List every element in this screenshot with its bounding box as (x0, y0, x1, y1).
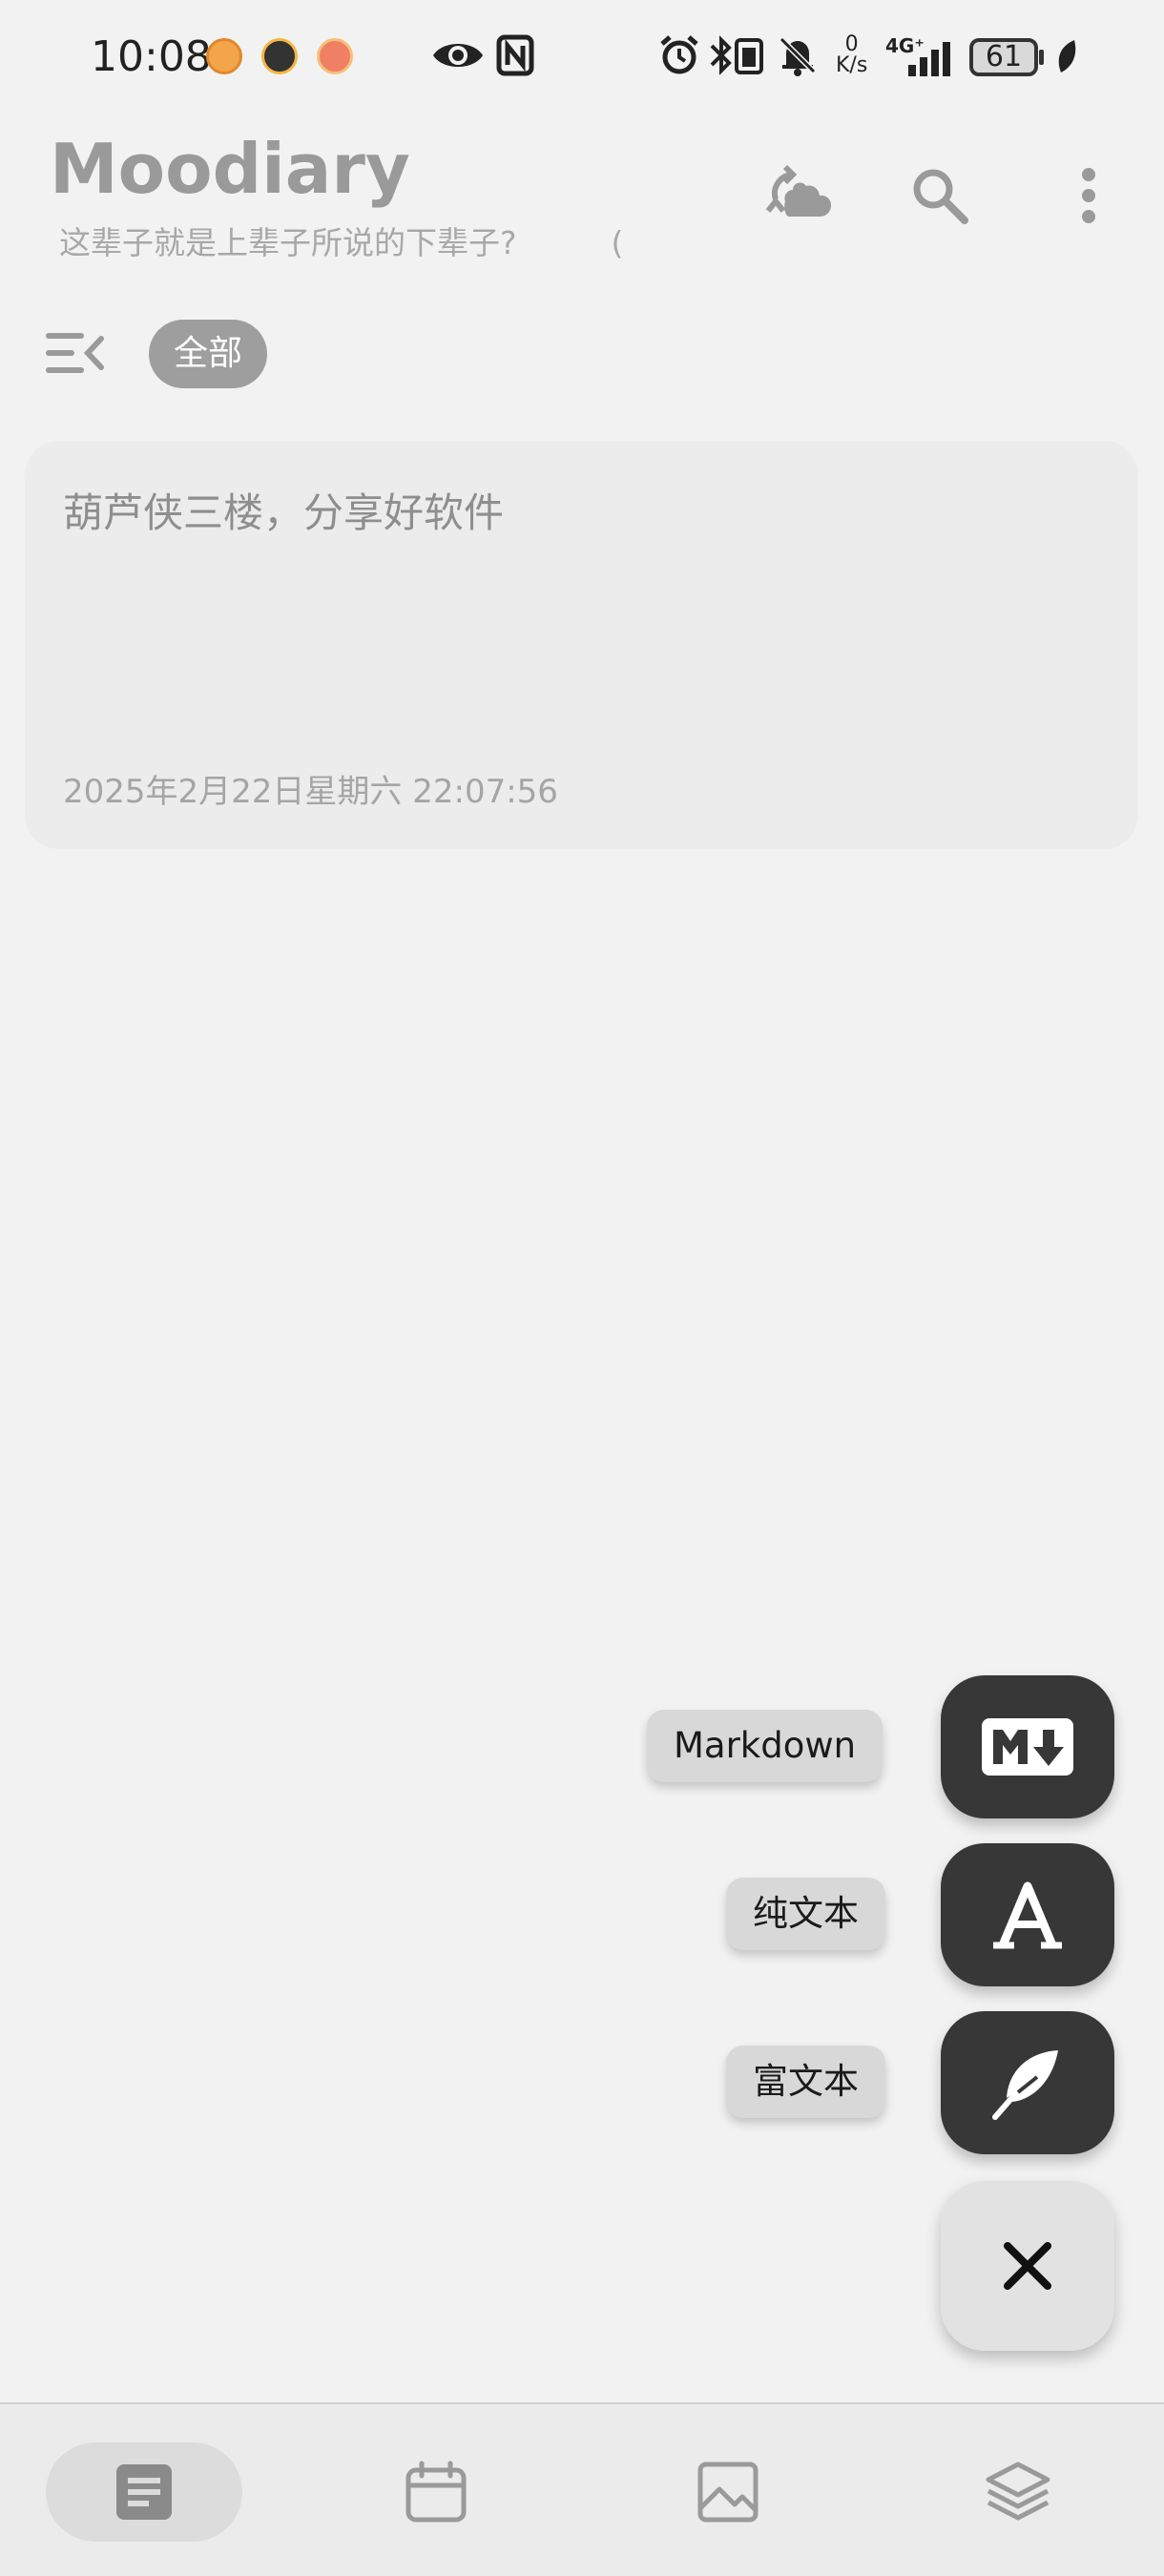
new-rich-text-diary-button[interactable] (941, 2011, 1114, 2154)
app-title: Moodiary (50, 129, 410, 209)
diary-card-date: 2025年2月22日星期六 22:07:56 (63, 773, 558, 811)
daily-quote-marquee: 这辈子就是上辈子所说的下辈子? ( (59, 224, 624, 261)
mute-bell-icon (779, 36, 817, 76)
moodiary-home-screen: 10:08 0 K/s 4G⁺ 61 Moodiary 这辈子就是上辈子所说的下… (0, 0, 1164, 2576)
bluetooth-battery-icon (710, 35, 763, 75)
more-options-button[interactable] (1046, 153, 1132, 239)
eye-icon (433, 44, 483, 67)
status-bar: 10:08 0 K/s 4G⁺ 61 (0, 0, 1164, 114)
network-speed-unit: K/s (836, 53, 868, 77)
more-vert-icon (1082, 168, 1095, 223)
battery-indicator: 61 (969, 38, 1038, 76)
nav-diary[interactable] (46, 2442, 242, 2542)
nav-gallery[interactable] (630, 2442, 826, 2542)
network-speed: 0 K/s (836, 34, 867, 76)
text-a-icon (993, 1881, 1062, 1949)
image-icon (697, 2462, 759, 2523)
qq-notification-icon (261, 38, 298, 74)
calendar-icon (405, 2461, 467, 2523)
fab-label-rich-text[interactable]: 富文本 (726, 2046, 885, 2118)
markdown-icon (982, 1718, 1073, 1776)
cloud-sync-button[interactable] (756, 153, 842, 239)
close-icon (1004, 2242, 1051, 2290)
diary-card[interactable]: 葫芦侠三楼，分享好软件 2025年2月22日星期六 22:07:56 (25, 441, 1138, 849)
nav-more[interactable] (920, 2442, 1116, 2542)
category-drawer-button[interactable] (44, 329, 105, 377)
diary-card-content: 葫芦侠三楼，分享好软件 (63, 489, 505, 536)
category-chip-all[interactable]: 全部 (149, 320, 268, 388)
layers-icon (986, 2462, 1050, 2521)
fab-label-plain-text[interactable]: 纯文本 (726, 1878, 885, 1950)
new-plain-text-diary-button[interactable] (941, 1843, 1114, 1986)
power-saving-leaf-icon (1058, 40, 1076, 73)
article-icon (116, 2464, 172, 2520)
close-fab-menu-button[interactable] (941, 2181, 1114, 2351)
menu-collapse-icon (46, 333, 104, 373)
search-icon (913, 169, 968, 224)
alarm-icon (660, 35, 698, 74)
network-speed-value: 0 (844, 32, 859, 56)
fab-label-markdown[interactable]: Markdown (647, 1710, 883, 1782)
status-time: 10:08 (91, 32, 212, 81)
notification-app-icon (317, 38, 353, 74)
battery-tip (1039, 50, 1044, 65)
cloud-sync-icon (765, 164, 831, 217)
nfc-icon (496, 34, 534, 76)
new-markdown-diary-button[interactable] (941, 1675, 1114, 1818)
search-button[interactable] (897, 153, 983, 239)
feather-icon (992, 2050, 1058, 2120)
nav-calendar[interactable] (338, 2442, 534, 2542)
bottom-navigation (0, 2402, 1164, 2576)
signal-icon (908, 42, 950, 76)
notification-app-icon (206, 38, 242, 74)
